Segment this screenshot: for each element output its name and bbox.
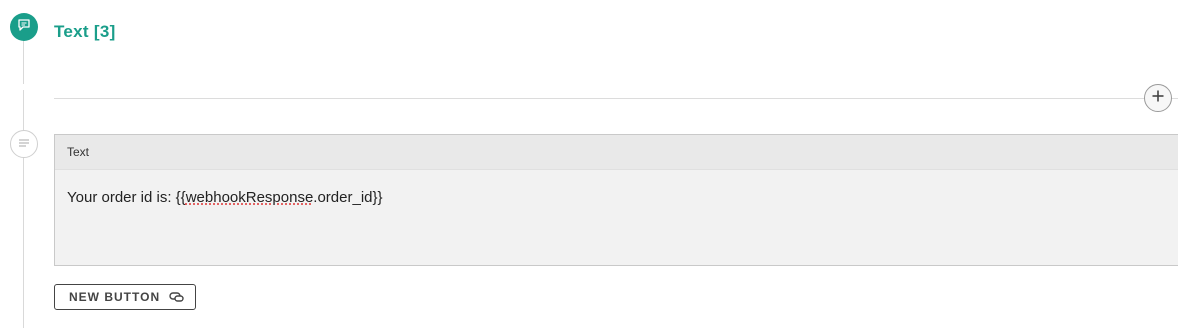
message-text-area[interactable]: Your order id is: {{webhookResponse.orde… [55, 170, 1178, 206]
step-node [10, 13, 38, 41]
message-prefix: Your order id is: {{ [67, 189, 186, 206]
timeline-line [23, 38, 24, 328]
timeline-gap [22, 84, 25, 90]
add-block-button[interactable] [1144, 84, 1172, 112]
divider [54, 98, 1178, 99]
new-button-label: NEW BUTTON [69, 290, 161, 304]
card-header: Text [55, 135, 1178, 170]
step-title: Text [3] [54, 22, 116, 41]
text-lines-icon [18, 135, 30, 153]
chat-bubble-icon [17, 18, 31, 37]
card-header-label: Text [67, 145, 90, 159]
plus-icon [1151, 89, 1165, 108]
new-button[interactable]: NEW BUTTON [54, 284, 196, 310]
text-block-node [10, 130, 38, 158]
message-suffix: .order_id}} [313, 189, 383, 206]
text-card: Text Your order id is: {{webhookResponse… [54, 134, 1178, 266]
message-variable: webhookResponse [185, 189, 314, 206]
link-icon [169, 291, 185, 303]
